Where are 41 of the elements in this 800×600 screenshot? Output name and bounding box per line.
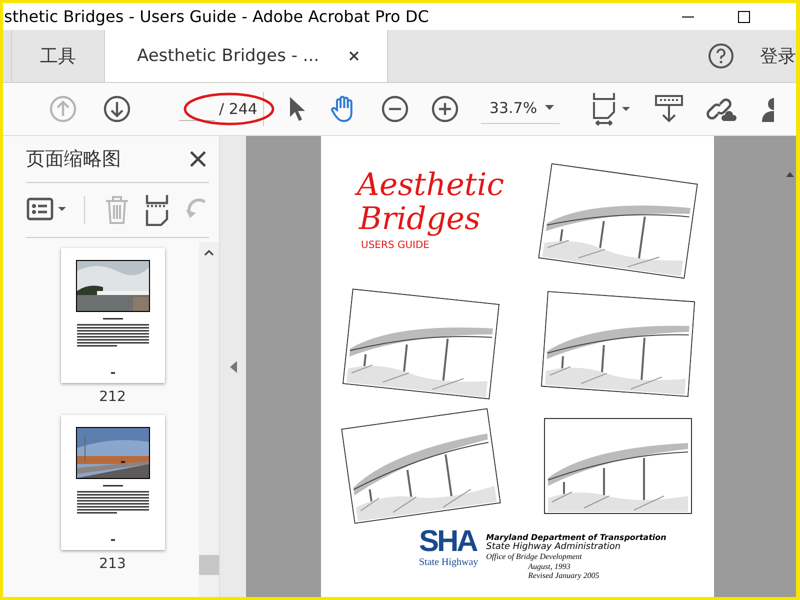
close-icon[interactable] (190, 151, 206, 167)
window-title: sthetic Bridges - Users Guide - Adobe Acrobat Pro DC (4, 7, 429, 26)
scroll-up-icon[interactable] (786, 172, 794, 177)
document-subtitle: USERS GUIDE (360, 240, 430, 251)
agency-logo: SHA State Highway (419, 527, 478, 568)
scroll-up-icon[interactable] (204, 250, 214, 256)
sign-in-link[interactable]: 登录 (760, 44, 796, 68)
footer-text: State Highway Administration (486, 542, 621, 552)
footer-text: Office of Bridge Development (486, 552, 583, 562)
close-icon[interactable] (349, 51, 360, 61)
page-number-mark (110, 372, 114, 374)
scrollbar[interactable] (199, 242, 219, 597)
caret-icon (545, 105, 554, 110)
panel-title: 页面缩略图 (26, 147, 121, 172)
footer-text: Revised January 2005 (527, 571, 600, 580)
page-fit-icon[interactable] (592, 92, 632, 126)
page-count: / 244 (219, 100, 258, 118)
zoom-out-icon[interactable] (381, 95, 410, 123)
help-icon[interactable] (708, 43, 734, 69)
footer-text: August, 1993 (526, 562, 572, 571)
options-icon[interactable] (26, 197, 68, 223)
page-label: 213 (99, 556, 126, 572)
text-lines-drawing (76, 485, 148, 515)
scrollbar-thumb[interactable] (199, 555, 219, 575)
page-label: 212 (99, 389, 126, 405)
next-page-icon[interactable] (103, 95, 131, 123)
page-thumbnail[interactable] (60, 248, 164, 383)
pointer-icon[interactable] (287, 95, 308, 123)
document-title: Aesthetic Bridges (357, 168, 521, 236)
page-number-mark (110, 539, 114, 541)
maximize-icon[interactable] (738, 10, 750, 22)
tab[interactable]: Aesthetic Bridges - ... (105, 30, 388, 82)
zoom-dropdown[interactable]: 33.7% (481, 94, 560, 124)
person-icon[interactable] (760, 96, 774, 122)
text-lines-drawing (76, 318, 148, 348)
footer-text: Maryland Department of Transportation (486, 533, 666, 542)
download-icon[interactable] (654, 94, 684, 124)
page-thumbnail[interactable] (60, 415, 164, 550)
zoom-in-icon[interactable] (431, 95, 460, 123)
collapse-arrow-icon[interactable] (230, 360, 236, 372)
page-extract-icon[interactable] (145, 194, 169, 226)
